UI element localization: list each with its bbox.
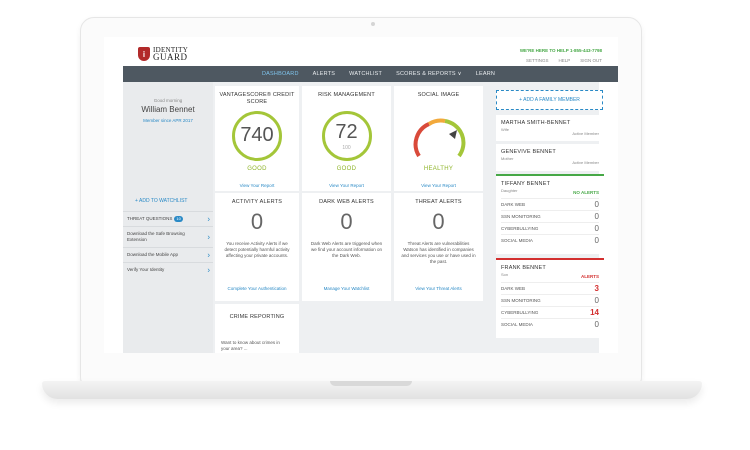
nav-alerts[interactable]: ALERTS	[313, 71, 336, 77]
member-name: GENEVIVE BENNET	[501, 149, 556, 155]
chevron-right-icon: ›	[207, 265, 210, 275]
family-member-card[interactable]: GENEVIVE BENNET Mother Active Member	[496, 144, 604, 171]
card-title: CRIME REPORTING	[229, 314, 285, 320]
user-name: William Bennet	[141, 105, 195, 114]
credit-status: GOOD	[247, 166, 267, 172]
view-credit-report-link[interactable]: View Your Report	[215, 183, 299, 188]
settings-link[interactable]: SETTINGS	[526, 58, 549, 63]
alerts-tag: ALERTS	[581, 274, 599, 279]
shield-icon: i	[138, 47, 150, 61]
dark-web-alerts-card: DARK WEB ALERTS 0 Dark Web Alerts are tr…	[302, 193, 391, 301]
card-title: RISK MANAGEMENT	[318, 92, 375, 98]
risk-management-card: RISK MANAGEMENT 72 100 GOOD View Your Re…	[302, 86, 391, 191]
card-title: DARK WEB ALERTS	[319, 199, 374, 205]
crime-reporting-description: Want to know about crimes in your area? …	[221, 340, 280, 351]
member-stat-row: SOCIAL MEDIA 0	[501, 318, 599, 329]
view-social-report-link[interactable]: View Your Report	[394, 183, 483, 188]
activity-alerts-card: ACTIVITY ALERTS 0 You receive Activity A…	[215, 193, 299, 301]
member-name: MARTHA SMITH-BENNET	[501, 120, 571, 126]
member-relation: Son	[501, 272, 509, 277]
logo-line-2: GUARD	[153, 52, 188, 62]
card-title: ACTIVITY ALERTS	[231, 199, 283, 205]
member-name: TIFFANY BENNET	[501, 181, 551, 187]
dark-web-alerts-count: 0	[340, 209, 353, 234]
help-phone: WE'RE HERE TO HELP 1-855-443-7798	[519, 48, 602, 53]
threat-alerts-card: THREAT ALERTS 0 Threat Alerts are vulner…	[394, 193, 483, 301]
nav-scores-reports[interactable]: SCORES & REPORTS ∨	[396, 71, 462, 77]
member-relation: Daughter	[501, 188, 518, 193]
family-column: + ADD A FAMILY MEMBER MARTHA SMITH-BENNE…	[496, 82, 604, 353]
social-image-card: SOCIAL IMAGE HEALTHY View Your Report	[394, 86, 483, 191]
risk-status: GOOD	[336, 166, 357, 172]
sign-out-link[interactable]: SIGN OUT	[580, 58, 602, 63]
user-greeting: Good morning William Bennet Member since…	[123, 98, 213, 123]
sidebar-item-threat-questions[interactable]: THREAT QUESTIONS 10 ›	[123, 211, 213, 226]
sidebar-item-label: Download the Mobile App	[127, 252, 179, 257]
social-status: HEALTHY	[423, 166, 454, 172]
manage-watchlist-link[interactable]: Manage Your Watchlist	[302, 286, 391, 291]
threat-alerts-count: 0	[432, 209, 445, 234]
add-to-watchlist-button[interactable]: + ADD TO WATCHLIST	[135, 198, 187, 204]
sidebar-item-extension[interactable]: Download the Safe Browsing Extension ›	[123, 226, 213, 247]
member-stat-row: DARK WEB 0	[501, 198, 599, 209]
count-badge: 10	[174, 216, 183, 222]
view-risk-report-link[interactable]: View Your Report	[302, 183, 391, 188]
header-links: SETTINGS HELP SIGN OUT	[526, 58, 602, 63]
member-status: Active Member	[572, 131, 599, 136]
nav-dashboard[interactable]: DASHBOARD	[262, 71, 299, 77]
top-bar: i IDENTITY GUARD WE'RE HERE TO HELP 1-85…	[104, 37, 618, 67]
family-member-card[interactable]: MARTHA SMITH-BENNET Wife Active Member	[496, 115, 604, 141]
identity-guard-logo[interactable]: i IDENTITY GUARD	[138, 47, 188, 62]
laptop-notch	[330, 381, 412, 386]
card-title: SOCIAL IMAGE	[417, 92, 460, 98]
member-status: Active Member	[572, 160, 599, 165]
sidebar-item-label: THREAT QUESTIONS	[127, 216, 173, 221]
member-stat-row: SSN MONITORING 0	[501, 294, 599, 305]
sidebar-item-label: Download the Safe Browsing Extension	[127, 231, 185, 242]
card-title: THREAT ALERTS	[415, 199, 462, 205]
credit-score-card: VANTAGESCORE® CREDIT SCORE 740 GOOD View…	[215, 86, 299, 191]
risk-score-value: 72	[335, 121, 358, 143]
nav-watchlist[interactable]: WATCHLIST	[349, 71, 382, 77]
sidebar-item-label: Verify Your Identity	[127, 267, 165, 272]
member-relation: Wife	[501, 127, 509, 132]
chevron-right-icon: ›	[207, 232, 210, 242]
sidebar-item-verify-identity[interactable]: Verify Your Identity ›	[123, 262, 213, 277]
greeting-text: Good morning	[153, 98, 183, 103]
app-screen: i IDENTITY GUARD WE'RE HERE TO HELP 1-85…	[104, 37, 618, 353]
chevron-right-icon: ›	[207, 250, 210, 260]
member-stat-row: SSN MONITORING 0	[501, 210, 599, 221]
activity-alerts-count: 0	[250, 209, 264, 234]
help-link[interactable]: HELP	[558, 58, 570, 63]
crime-reporting-card: CRIME REPORTING Want to know about crime…	[215, 304, 299, 353]
sidebar-list: THREAT QUESTIONS 10 › Download the Safe B…	[123, 211, 213, 277]
nav-learn[interactable]: LEARN	[476, 71, 495, 77]
member-relation: Mother	[501, 156, 514, 161]
activity-alerts-description: You receive Activity Alerts if we detect…	[224, 241, 290, 258]
member-name: FRANK BENNET	[501, 265, 546, 271]
add-family-member-button[interactable]: + ADD A FAMILY MEMBER	[496, 90, 603, 110]
dark-web-alerts-description: Dark Web Alerts are triggered when we fi…	[310, 241, 383, 258]
member-stat-row: DARK WEB 3	[501, 282, 599, 293]
complete-authentication-link[interactable]: Complete Your Authentication	[215, 286, 299, 291]
family-member-card[interactable]: FRANK BENNET Son ALERTS DARK WEB 3 SSN MO…	[496, 258, 604, 338]
webcam-dot	[371, 22, 375, 26]
member-stat-row: CYBERBULLYING 14	[501, 306, 599, 317]
social-gauge-icon	[413, 118, 466, 158]
threat-alerts-description: Threat Alerts are vulnerabilities Watson…	[401, 241, 476, 264]
member-stat-row: SOCIAL MEDIA 0	[501, 234, 599, 245]
card-title: VANTAGESCORE® CREDIT SCORE	[219, 92, 295, 105]
credit-score-value: 740	[240, 124, 274, 146]
risk-score-max: 100	[342, 145, 351, 151]
left-sidebar: Good morning William Bennet Member since…	[123, 82, 213, 353]
main-nav: DASHBOARD ALERTS WATCHLIST SCORES & REPO…	[123, 66, 618, 82]
sidebar-item-mobile-app[interactable]: Download the Mobile App ›	[123, 247, 213, 262]
chevron-right-icon: ›	[207, 214, 210, 224]
member-stat-row: CYBERBULLYING 0	[501, 222, 599, 233]
no-alerts-tag: NO ALERTS	[573, 190, 599, 195]
view-threat-alerts-link[interactable]: View Your Threat Alerts	[394, 286, 483, 291]
family-member-card[interactable]: TIFFANY BENNET Daughter NO ALERTS DARK W…	[496, 174, 604, 254]
member-since: Member since APR 2017	[143, 118, 193, 123]
